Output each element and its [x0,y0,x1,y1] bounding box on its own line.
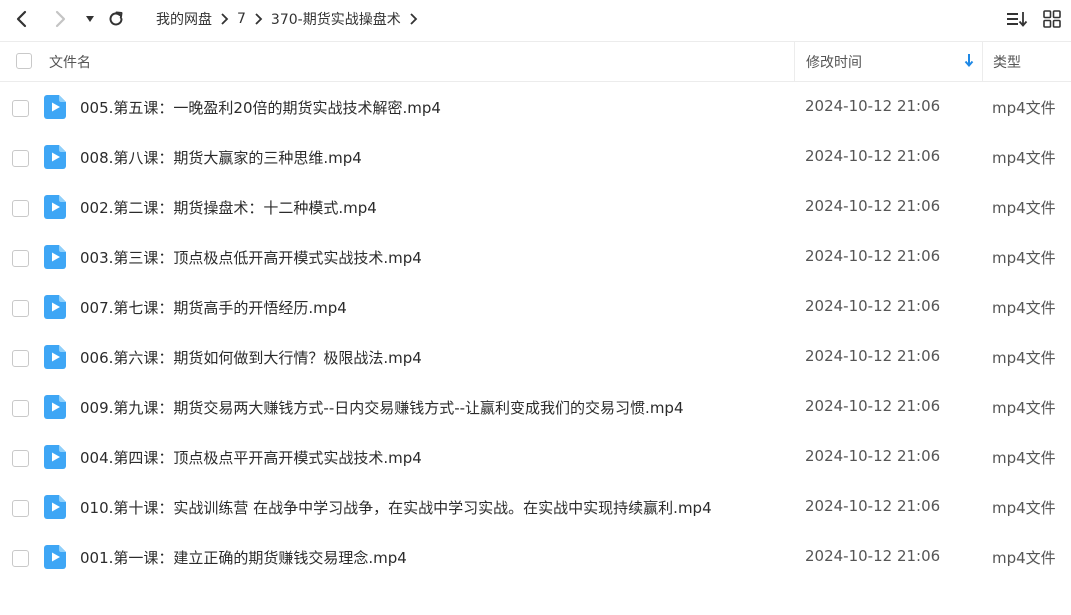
video-file-icon [44,145,66,169]
column-divider[interactable] [794,42,795,81]
file-row[interactable]: 004.第四课：顶点极点平开高开模式实战技术.mp4 2024-10-12 21:… [0,432,1071,482]
video-file-icon [44,495,66,519]
file-type: mp4文件 [992,299,1056,317]
file-type: mp4文件 [992,149,1056,167]
file-modified-time: 2024-10-12 21:06 [805,447,941,465]
file-row[interactable]: 006.第六课：期货如何做到大行情？极限战法.mp4 2024-10-12 21:… [0,332,1071,382]
file-row[interactable]: 003.第三课：顶点极点低开高开模式实战技术.mp4 2024-10-12 21:… [0,232,1071,282]
grid-view-icon[interactable] [1041,0,1063,37]
video-file-icon [44,295,66,319]
file-list: 005.第五课：一晚盈利20倍的期货实战技术解密.mp4 2024-10-12 2… [0,82,1071,582]
file-type: mp4文件 [992,349,1056,367]
file-name[interactable]: 005.第五课：一晚盈利20倍的期货实战技术解密.mp4 [80,97,441,118]
breadcrumb: 我的网盘 7 370-期货实战操盘术 [156,0,426,37]
breadcrumb-item-current[interactable]: 370-期货实战操盘术 [271,9,401,29]
file-modified-time: 2024-10-12 21:06 [805,497,941,515]
video-file-icon [44,445,66,469]
file-modified-time: 2024-10-12 21:06 [805,147,941,165]
file-row[interactable]: 002.第二课：期货操盘术：十二种模式.mp4 2024-10-12 21:06 m… [0,182,1071,232]
toolbar: 我的网盘 7 370-期货实战操盘术 [0,0,1071,42]
video-file-icon [44,395,66,419]
breadcrumb-item-folder[interactable]: 7 [237,11,246,27]
row-checkbox[interactable] [12,150,29,167]
back-icon[interactable] [8,0,34,37]
row-checkbox[interactable] [12,450,29,467]
column-header-name[interactable]: 文件名 [49,52,91,72]
chevron-right-icon[interactable] [409,12,418,25]
table-header: 文件名 修改时间 类型 [0,42,1071,82]
file-row[interactable]: 010.第十课：实战训练营 在战争中学习战争，在实战中学习实战。在实战中实现持续… [0,482,1071,532]
refresh-icon[interactable] [104,0,128,37]
file-type: mp4文件 [992,549,1056,567]
column-header-modified[interactable]: 修改时间 [806,52,862,72]
breadcrumb-item-root[interactable]: 我的网盘 [156,9,212,29]
video-file-icon [44,245,66,269]
file-modified-time: 2024-10-12 21:06 [805,197,941,215]
column-divider[interactable] [982,42,983,81]
file-modified-time: 2024-10-12 21:06 [805,297,941,315]
list-sort-icon[interactable] [1005,0,1029,37]
row-checkbox[interactable] [12,350,29,367]
row-checkbox[interactable] [12,100,29,117]
file-row[interactable]: 007.第七课：期货高手的开悟经历.mp4 2024-10-12 21:06 mp4… [0,282,1071,332]
file-modified-time: 2024-10-12 21:06 [805,547,941,565]
file-modified-time: 2024-10-12 21:06 [805,397,941,415]
row-checkbox[interactable] [12,300,29,317]
file-type: mp4文件 [992,399,1056,417]
file-name[interactable]: 007.第七课：期货高手的开悟经历.mp4 [80,297,347,318]
file-row[interactable]: 005.第五课：一晚盈利20倍的期货实战技术解密.mp4 2024-10-12 2… [0,82,1071,132]
file-name[interactable]: 010.第十课：实战训练营 在战争中学习战争，在实战中学习实战。在实战中实现持续… [80,497,712,518]
file-name[interactable]: 006.第六课：期货如何做到大行情？极限战法.mp4 [80,347,422,368]
file-name[interactable]: 003.第三课：顶点极点低开高开模式实战技术.mp4 [80,247,422,268]
file-name[interactable]: 009.第九课：期货交易两大赚钱方式--日内交易赚钱方式--让赢利变成我们的交易… [80,397,684,418]
file-modified-time: 2024-10-12 21:06 [805,97,941,115]
row-checkbox[interactable] [12,250,29,267]
file-name[interactable]: 004.第四课：顶点极点平开高开模式实战技术.mp4 [80,447,422,468]
forward-icon[interactable] [48,0,74,37]
file-name[interactable]: 002.第二课：期货操盘术：十二种模式.mp4 [80,197,377,218]
video-file-icon [44,95,66,119]
file-name[interactable]: 001.第一课：建立正确的期货赚钱交易理念.mp4 [80,547,407,568]
file-name[interactable]: 008.第八课：期货大赢家的三种思维.mp4 [80,147,362,168]
video-file-icon [44,345,66,369]
sort-desc-icon[interactable] [963,52,975,72]
history-dropdown-icon[interactable] [82,0,98,37]
file-row[interactable]: 001.第一课：建立正确的期货赚钱交易理念.mp4 2024-10-12 21:0… [0,532,1071,582]
video-file-icon [44,195,66,219]
file-type: mp4文件 [992,249,1056,267]
row-checkbox[interactable] [12,500,29,517]
chevron-right-icon [220,12,229,25]
file-modified-time: 2024-10-12 21:06 [805,247,941,265]
chevron-right-icon [254,12,263,25]
select-all-checkbox[interactable] [16,53,32,69]
file-modified-time: 2024-10-12 21:06 [805,347,941,365]
row-checkbox[interactable] [12,400,29,417]
column-header-type[interactable]: 类型 [993,52,1021,72]
row-checkbox[interactable] [12,200,29,217]
row-checkbox[interactable] [12,550,29,567]
file-type: mp4文件 [992,449,1056,467]
file-type: mp4文件 [992,99,1056,117]
file-row[interactable]: 008.第八课：期货大赢家的三种思维.mp4 2024-10-12 21:06 mp… [0,132,1071,182]
file-row[interactable]: 009.第九课：期货交易两大赚钱方式--日内交易赚钱方式--让赢利变成我们的交易… [0,382,1071,432]
file-type: mp4文件 [992,499,1056,517]
file-type: mp4文件 [992,199,1056,217]
video-file-icon [44,545,66,569]
